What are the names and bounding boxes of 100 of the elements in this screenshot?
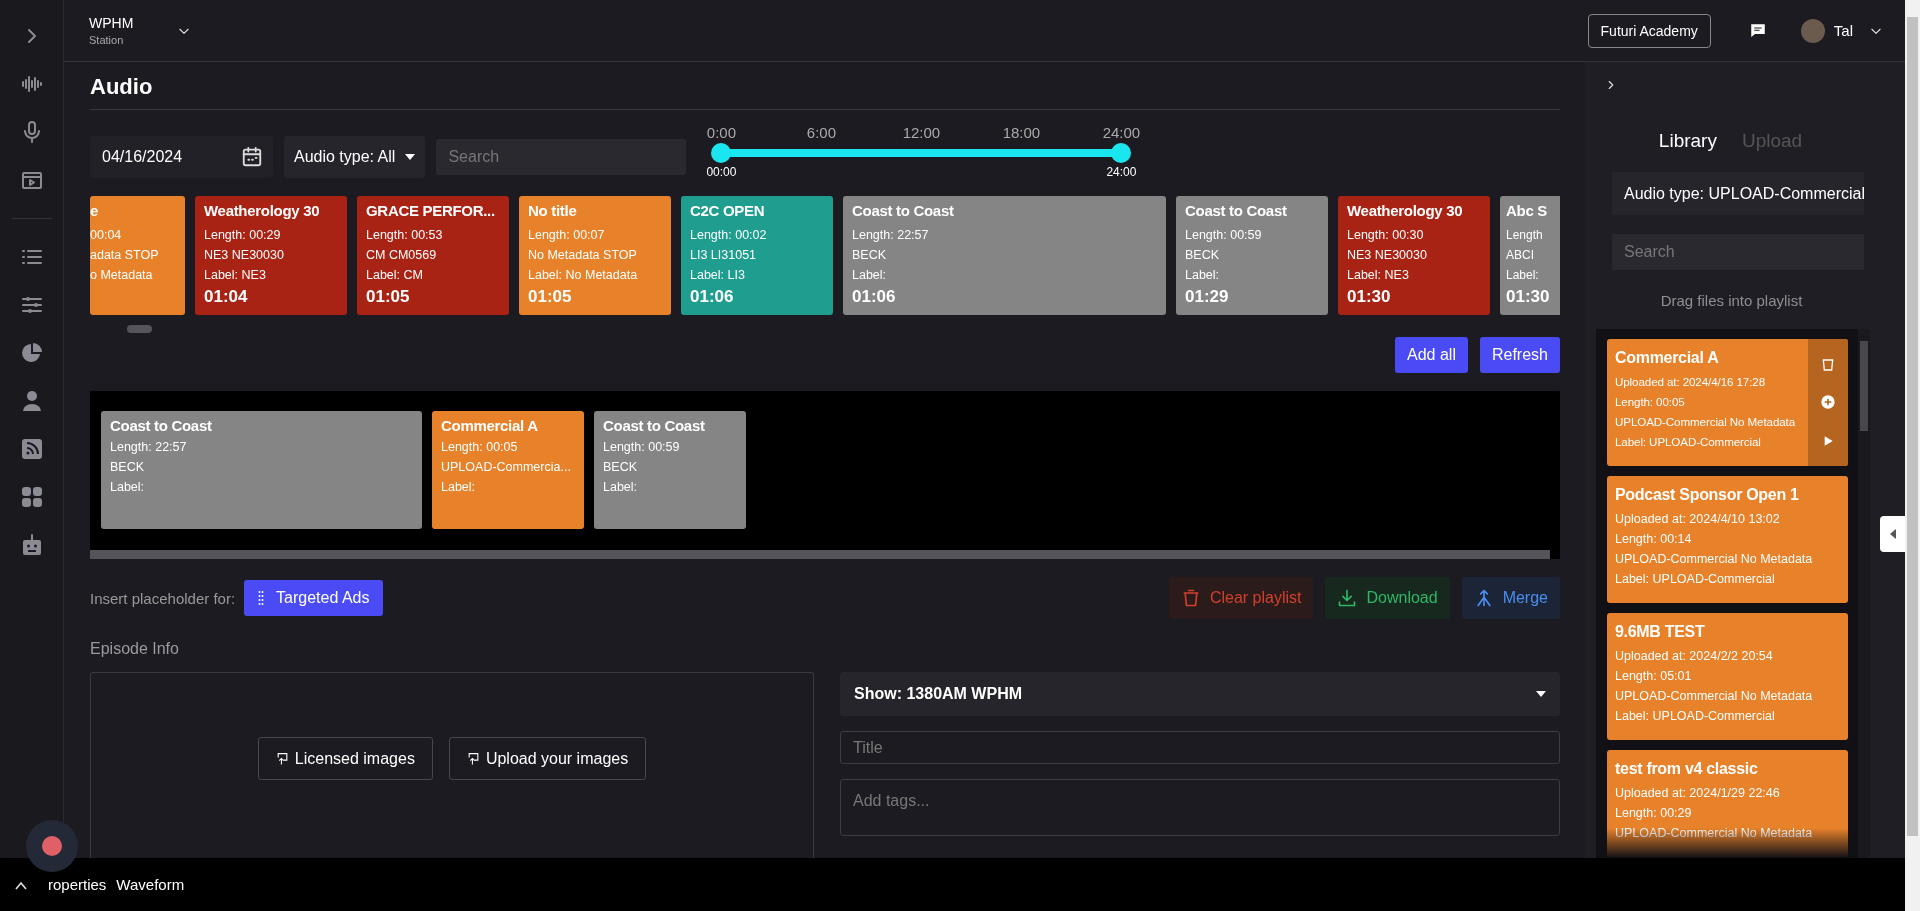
time-tick: 24:00 (1102, 124, 1141, 141)
grid-icon[interactable] (19, 485, 44, 509)
chat-icon[interactable] (1748, 21, 1767, 40)
upload-icon (275, 751, 289, 766)
card-detail: Uploaded at: 2024/4/16 17:28 (1615, 374, 1765, 390)
card-detail: Label: LI3 (690, 267, 746, 284)
list-scrollbar[interactable] (1858, 329, 1870, 858)
audio-card[interactable]: Coast to Coast Length: 22:57 BECK Label: (101, 411, 422, 529)
audio-type-select[interactable]: Audio type: All (284, 136, 426, 178)
card-title: C2C OPEN (690, 202, 766, 219)
caret-icon (405, 154, 416, 160)
upload-icon (466, 751, 480, 766)
audio-card[interactable]: Weatherology 30 Length: 00:29 NE3 NE30030 Label: NE3 01:04 (195, 196, 347, 315)
audio-card[interactable]: Weatherology 30 Length: 00:30 NE3 NE30030 Label: NE3 01:30 (1338, 196, 1490, 315)
card-detail: Length: 05:01 (1615, 668, 1692, 685)
card-detail: Length: 00:53 (366, 227, 444, 244)
merge-button[interactable]: Merge (1461, 577, 1560, 619)
card-detail: Length: 00:30 (1347, 227, 1425, 244)
caret-left-icon (1889, 529, 1896, 539)
card-detail: Uploaded at: 2024/1/29 22:46 (1615, 785, 1780, 802)
audio-card[interactable]: Abc S Length ABCI Label: 01:30 (1500, 196, 1560, 315)
card-time: 01:05 (528, 287, 573, 307)
card-title: Commercial A (1615, 349, 1719, 367)
card-detail: Length: 22:57 (110, 439, 188, 456)
tab[interactable]: Library (1658, 130, 1717, 152)
time-range-slider[interactable] (711, 143, 1132, 163)
card-detail: Label: (1506, 267, 1540, 284)
card-title: Podcast Sponsor Open 1 (1615, 486, 1799, 504)
rss-icon[interactable] (19, 437, 44, 461)
upload-images-button[interactable]: Upload your images (448, 737, 647, 780)
card-title: GRACE PERFOR... (366, 202, 496, 219)
card-detail: BECK (852, 247, 888, 264)
audio-type-select[interactable]: Audio type: UPLOAD-Commercial (1612, 172, 1864, 215)
audio-card[interactable]: Coast to Coast Length: 00:59 BECK Label: 01:29 (1176, 196, 1328, 315)
bottom-tab[interactable]: roperties (48, 876, 107, 893)
search-field[interactable]: Search (1612, 234, 1864, 270)
refresh-button[interactable]: Refresh (1479, 337, 1560, 373)
trash-icon[interactable] (1820, 356, 1836, 373)
tags-field[interactable]: Add tags... (840, 779, 1560, 836)
time-reading: 00:00 (706, 165, 737, 179)
record-button[interactable] (26, 820, 78, 872)
card-title: Abc S (1506, 202, 1548, 219)
add-all-button[interactable]: Add all (1395, 337, 1468, 373)
bottom-tab[interactable]: Waveform (116, 876, 185, 893)
card-detail: Length: 00:29 (204, 227, 282, 244)
card-detail: Label: (441, 479, 477, 496)
card-time: 01:04 (204, 287, 249, 307)
card-detail: Label: UPLOAD-Commercial (1615, 708, 1775, 725)
card-detail: ABCI (1506, 247, 1535, 264)
card-detail: No Metadata STOP (528, 247, 638, 264)
card-title: No title (528, 202, 578, 219)
card-detail: BECK (1185, 247, 1221, 264)
card-time: 01:06 (852, 287, 897, 307)
title-field[interactable]: Title (840, 731, 1560, 764)
date-field[interactable]: 04/16/2024 (90, 136, 273, 178)
licensed-images-button[interactable]: Licensed images (257, 737, 433, 780)
card-time: 01:30 (1347, 287, 1392, 307)
collapse-tab[interactable] (1880, 516, 1905, 552)
add-icon[interactable] (1820, 394, 1836, 411)
card-detail: Length: 00:05 (441, 439, 519, 456)
audio-card[interactable]: C2C OPEN Length: 00:02 LI3 LI31051 Label: LI3 01:06 (681, 196, 833, 315)
audio-card[interactable]: Coast to Coast Length: 22:57 BECK Label: 01:06 (843, 196, 1166, 315)
horizontal-scrollbar[interactable] (90, 550, 1550, 559)
page-scrollbar[interactable] (1905, 0, 1920, 911)
card-detail: BECK (110, 459, 146, 476)
card-detail: Label: UPLOAD-Commercial (1615, 571, 1775, 588)
clear-playlist-button[interactable]: Clear playlist (1168, 577, 1314, 619)
card-title: Coast to Coast (852, 202, 955, 219)
caret-icon (1536, 691, 1546, 697)
card-detail: 00:04 (90, 227, 123, 244)
audio-card[interactable]: GRACE PERFOR... Length: 00:53 CM CM0569 Label: CM 01:05 (357, 196, 509, 315)
targeted-ads-button[interactable]: Targeted Ads (244, 580, 384, 616)
avatar[interactable] (1800, 18, 1825, 43)
chevron-up-icon[interactable] (14, 879, 28, 890)
card-title: test from v4 classic (1615, 760, 1758, 778)
card-title: Coast to Coast (110, 417, 213, 434)
download-button[interactable]: Download (1325, 577, 1450, 619)
card-title: Coast to Coast (1185, 202, 1288, 219)
time-tick: 18:00 (1002, 124, 1041, 141)
card-detail: Length: 00:29 (1615, 805, 1692, 822)
show-select[interactable]: Show: 1380AM WPHM (840, 672, 1560, 716)
card-detail: UPLOAD-Commercial No Metadata (1615, 688, 1813, 705)
card-time: 01:30 (1506, 287, 1551, 307)
card-detail: NE3 NE30030 (1347, 247, 1428, 264)
card-detail: o Metadata (90, 267, 154, 284)
user-name[interactable]: Tal (1833, 22, 1853, 39)
audio-card[interactable]: Coast to Coast Length: 00:59 BECK Label: (594, 411, 746, 529)
card-detail: Label: (1185, 267, 1221, 284)
card-time: 01:06 (690, 287, 735, 307)
slider-handle[interactable] (711, 143, 732, 163)
academy-button[interactable]: Futuri Academy (1587, 13, 1711, 48)
card-title: Coast to Coast (603, 417, 706, 434)
card-detail: Length: 00:59 (1185, 227, 1263, 244)
card-detail: Length: 00:05 (1615, 394, 1685, 410)
pie-chart-icon[interactable] (19, 341, 44, 365)
slider-handle[interactable] (1111, 143, 1132, 163)
section-heading: Episode Info (90, 640, 180, 658)
search-field[interactable]: Search (436, 139, 687, 175)
card-detail: Length: 00:07 (528, 227, 606, 244)
time-tick: 6:00 (806, 124, 836, 141)
